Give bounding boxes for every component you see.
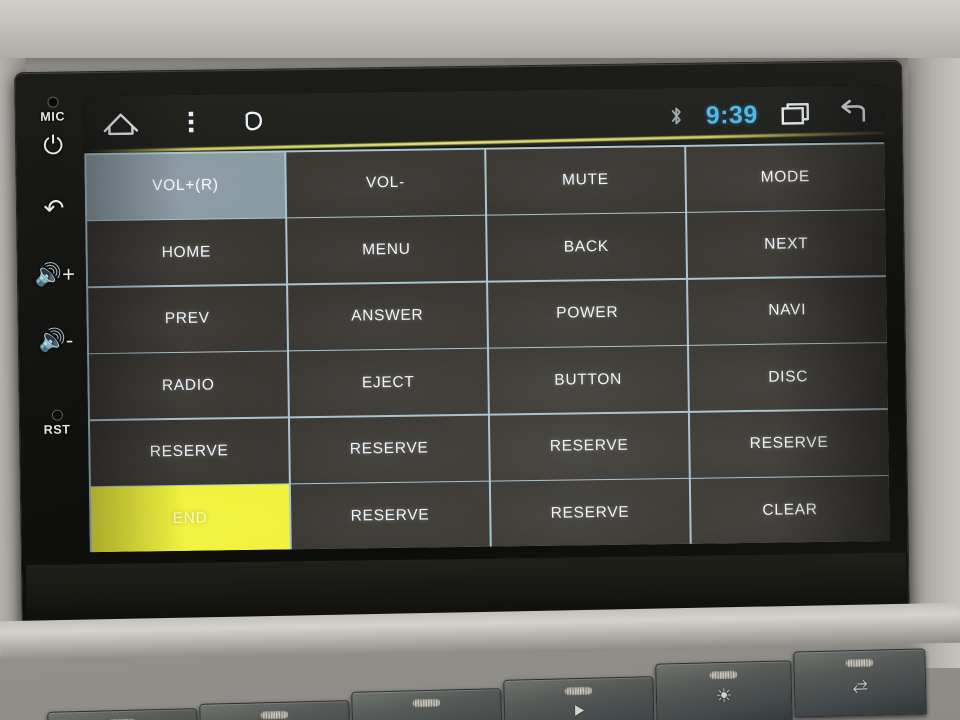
key-cell-answer-9[interactable]: ANSWER bbox=[287, 282, 487, 350]
key-cell-next-7[interactable]: NEXT bbox=[686, 210, 887, 278]
key-label: BUTTON bbox=[554, 370, 623, 389]
switch-indicator-led bbox=[709, 670, 738, 680]
key-label: VOL- bbox=[365, 173, 406, 192]
status-bar-right-group: 9:39 bbox=[669, 99, 870, 131]
mic-label: MIC bbox=[40, 109, 66, 124]
status-bar-clock: 9:39 bbox=[705, 100, 758, 130]
lcd-screen[interactable]: 9:39 VOL+(R) VOL- MUTE MODE HOME MENU BA… bbox=[83, 85, 890, 553]
mic-pinhole-icon bbox=[46, 96, 59, 108]
key-cell-disc-15[interactable]: DISC bbox=[688, 343, 888, 411]
key-label: ANSWER bbox=[351, 306, 424, 325]
switch-indicator-led bbox=[260, 710, 289, 720]
key-label: DISC bbox=[768, 367, 809, 386]
recents-square-icon[interactable] bbox=[242, 109, 266, 135]
key-label: MENU bbox=[362, 240, 411, 258]
volume-down-button[interactable]: 🔊- bbox=[33, 327, 79, 353]
volume-down-icon: 🔊- bbox=[38, 327, 74, 353]
switch-5-rear-fog[interactable]: ☀ bbox=[655, 660, 793, 720]
head-unit-body: MIC ⏻ ↶ 🔊+ 🔊- RST 9:39 VOL+(R) VOL- MUTE… bbox=[14, 59, 910, 639]
key-label: RESERVE bbox=[349, 439, 429, 458]
key-cell-power-10[interactable]: POWER bbox=[487, 279, 687, 348]
back-arrow-icon[interactable] bbox=[836, 99, 870, 127]
switch-3[interactable] bbox=[351, 688, 503, 720]
key-cell-reserve-18[interactable]: RESERVE bbox=[489, 412, 689, 481]
key-label: CLEAR bbox=[762, 500, 818, 519]
key-cell-vol-1[interactable]: VOL- bbox=[285, 149, 486, 217]
switch-1[interactable] bbox=[47, 708, 199, 720]
switch-indicator-led bbox=[564, 686, 593, 696]
bluetooth-icon bbox=[669, 105, 684, 127]
reset-label: RST bbox=[43, 422, 71, 437]
switch-indicator-led bbox=[845, 658, 874, 668]
switch-6-diff-lock[interactable]: ⥄ bbox=[793, 648, 927, 718]
recents-icon[interactable] bbox=[780, 100, 814, 128]
reset-pinhole-icon bbox=[51, 409, 63, 421]
key-cell-home-4[interactable]: HOME bbox=[86, 218, 287, 287]
key-cell-button-14[interactable]: BUTTON bbox=[488, 345, 688, 414]
volume-up-button[interactable]: 🔊+ bbox=[32, 261, 78, 287]
key-cell-navi-11[interactable]: NAVI bbox=[687, 276, 887, 345]
dashboard-right-trim bbox=[908, 58, 960, 668]
key-cell-clear-23[interactable]: CLEAR bbox=[690, 476, 890, 544]
reset-hole[interactable]: RST bbox=[34, 409, 80, 437]
key-label: NAVI bbox=[768, 301, 807, 319]
key-label: RESERVE bbox=[549, 436, 629, 455]
back-button[interactable]: ↶ bbox=[31, 194, 77, 223]
home-icon[interactable] bbox=[102, 109, 140, 138]
bezel-control-column: MIC ⏻ ↶ 🔊+ 🔊- RST bbox=[21, 82, 91, 623]
overflow-menu-icon[interactable] bbox=[186, 109, 196, 137]
key-label: RADIO bbox=[161, 375, 215, 394]
switch-2[interactable] bbox=[199, 700, 351, 720]
dashboard-switch-row: ⯈ ☀ ⥄ bbox=[0, 636, 960, 720]
key-cell-mode-3[interactable]: MODE bbox=[685, 143, 886, 212]
key-label: PREV bbox=[164, 309, 210, 328]
back-arrow-icon: ↶ bbox=[43, 194, 65, 223]
key-cell-eject-13[interactable]: EJECT bbox=[288, 348, 488, 417]
key-label: RESERVE bbox=[550, 503, 630, 522]
key-cell-back-6[interactable]: BACK bbox=[486, 212, 687, 281]
key-label: RESERVE bbox=[149, 442, 229, 461]
key-label: NEXT bbox=[764, 234, 809, 253]
key-cell-menu-5[interactable]: MENU bbox=[286, 215, 487, 284]
key-label: POWER bbox=[556, 303, 619, 322]
key-label: END bbox=[172, 509, 208, 527]
switch-4-front-fog-icon: ⯈ bbox=[571, 701, 587, 720]
key-assignment-grid: VOL+(R) VOL- MUTE MODE HOME MENU BACK NEXT PREV A… bbox=[84, 142, 890, 553]
power-icon: ⏻ bbox=[43, 131, 64, 160]
key-label: RESERVE bbox=[749, 433, 829, 452]
key-cell-prev-8[interactable]: PREV bbox=[87, 284, 287, 353]
key-label: VOL+(R) bbox=[152, 176, 219, 195]
key-cell-reserve-22[interactable]: RESERVE bbox=[490, 478, 690, 547]
key-cell-reserve-16[interactable]: RESERVE bbox=[89, 417, 289, 486]
key-label: HOME bbox=[161, 242, 212, 261]
key-cell-vol-r-0[interactable]: VOL+(R) bbox=[85, 151, 286, 220]
dashboard-scene: MIC ⏻ ↶ 🔊+ 🔊- RST 9:39 VOL+(R) VOL- MUTE… bbox=[0, 0, 960, 720]
switch-6-diff-lock-icon: ⥄ bbox=[852, 673, 868, 696]
key-cell-reserve-19[interactable]: RESERVE bbox=[689, 409, 889, 478]
volume-up-icon: 🔊+ bbox=[34, 261, 76, 287]
status-bar-left-group bbox=[102, 108, 266, 138]
key-label: RESERVE bbox=[350, 505, 430, 525]
key-label: MODE bbox=[760, 168, 811, 186]
key-label: EJECT bbox=[361, 373, 415, 391]
power-button[interactable]: ⏻ bbox=[30, 131, 76, 160]
switch-4-front-fog[interactable]: ⯈ bbox=[503, 676, 655, 720]
switch-5-rear-fog-icon: ☀ bbox=[715, 685, 733, 708]
switch-indicator-led bbox=[412, 698, 441, 708]
key-cell-reserve-17[interactable]: RESERVE bbox=[289, 415, 489, 483]
key-cell-reserve-21[interactable]: RESERVE bbox=[290, 481, 490, 550]
key-label: BACK bbox=[563, 237, 609, 256]
key-cell-end-20[interactable]: END bbox=[90, 484, 290, 553]
key-cell-mute-2[interactable]: MUTE bbox=[485, 146, 686, 215]
key-cell-radio-12[interactable]: RADIO bbox=[88, 351, 288, 420]
key-label: MUTE bbox=[561, 170, 609, 189]
mic-hole: MIC bbox=[29, 96, 75, 124]
